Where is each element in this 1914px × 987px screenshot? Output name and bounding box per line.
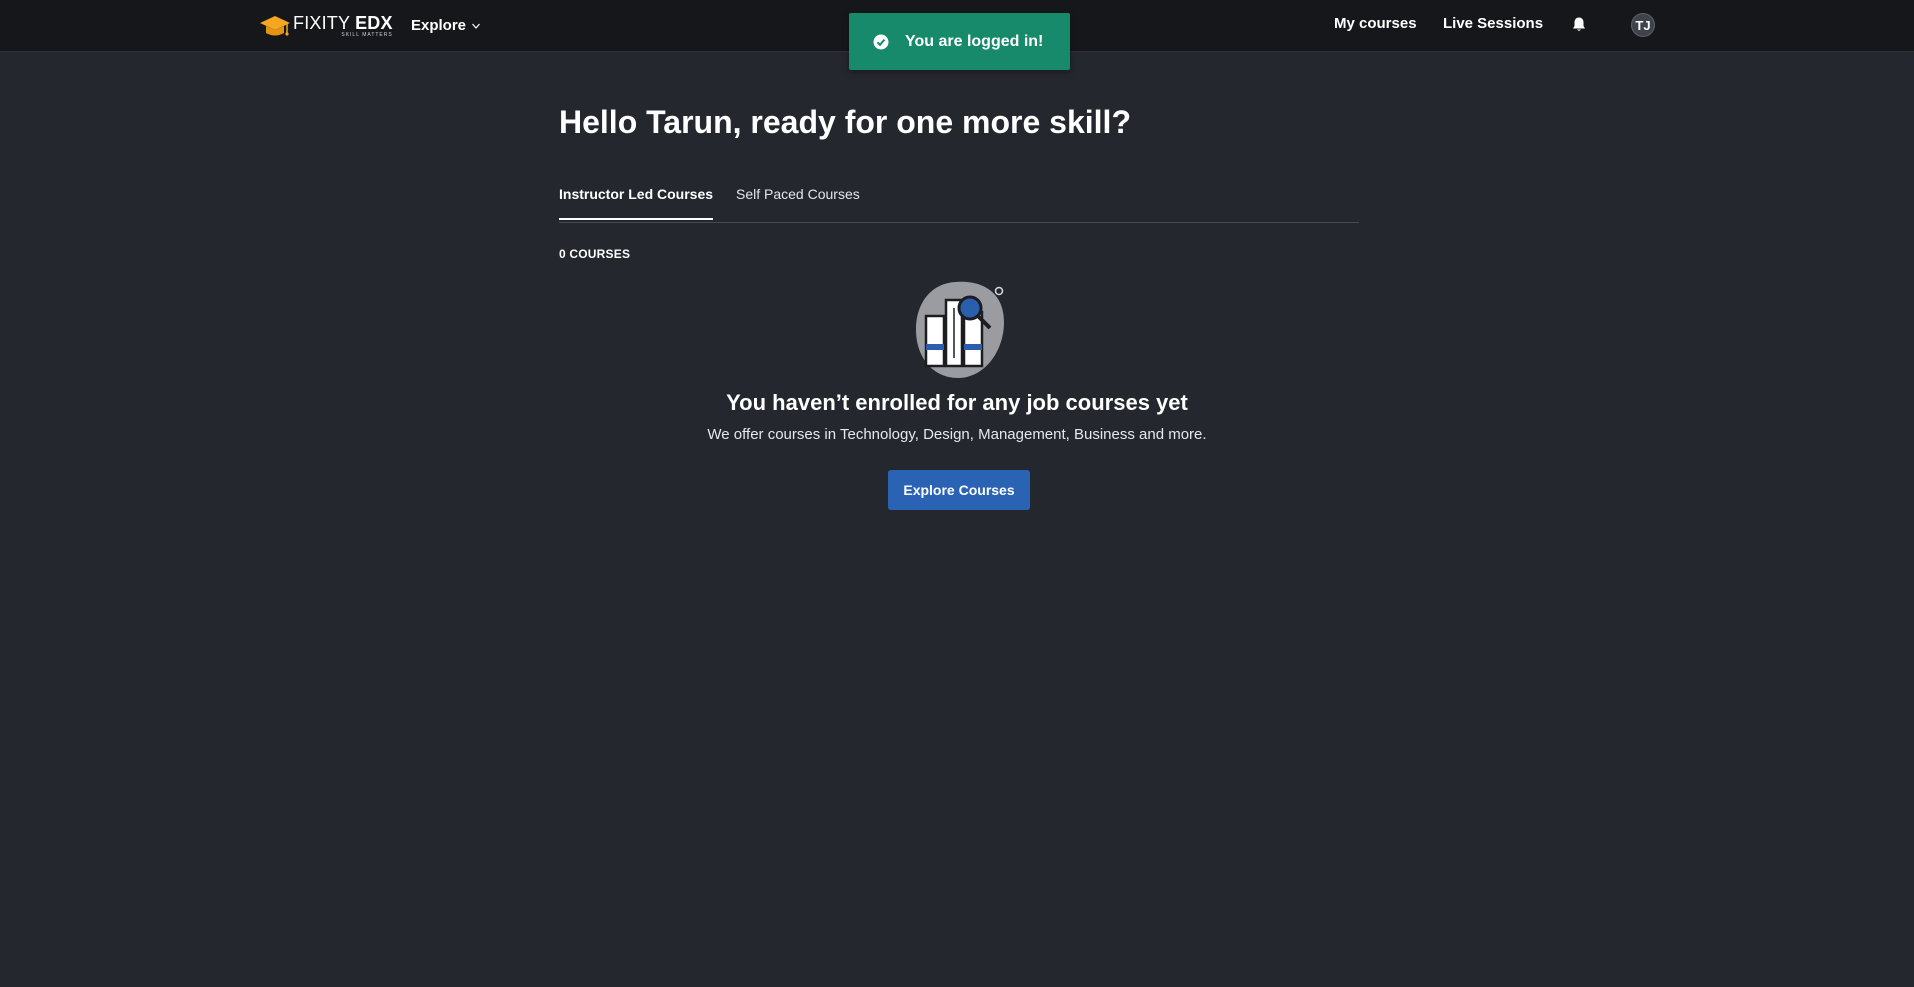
course-count: 0 COURSES	[559, 247, 631, 261]
chevron-down-icon	[472, 23, 480, 29]
empty-state-title: You haven’t enrolled for any job courses…	[726, 390, 1188, 415]
logo-wordmark: FIXITY EDX	[293, 14, 393, 32]
empty-state-subtitle: We offer courses in Technology, Design, …	[707, 426, 1207, 443]
logo-text: FIXITY EDX SKILL MATTERS	[293, 14, 393, 38]
check-circle-icon	[873, 34, 889, 49]
toast-message: You are logged in!	[905, 32, 1044, 50]
explore-label: Explore	[411, 17, 467, 34]
fixity-edx-logo[interactable]: FIXITY EDX SKILL MATTERS	[259, 13, 393, 39]
login-success-toast: You are logged in!	[849, 13, 1070, 70]
books-search-illustration	[916, 281, 1004, 378]
tab-instructor-led-courses[interactable]: Instructor Led Courses	[559, 186, 714, 220]
explore-courses-button[interactable]: Explore Courses	[888, 470, 1030, 510]
user-avatar[interactable]: TJ	[1631, 13, 1655, 37]
course-type-tabs: Instructor Led Courses Self Paced Course…	[559, 175, 1359, 223]
logo-tagline: SKILL MATTERS	[341, 32, 393, 38]
explore-dropdown[interactable]: Explore	[411, 17, 481, 34]
tab-self-paced-courses[interactable]: Self Paced Courses	[736, 186, 860, 218]
bell-icon[interactable]	[1571, 16, 1587, 33]
my-courses-link[interactable]: My courses	[1334, 15, 1417, 32]
live-sessions-link[interactable]: Live Sessions	[1443, 15, 1543, 32]
logo-wordmark-bold: EDX	[355, 13, 393, 33]
graduation-cap-icon	[260, 16, 290, 36]
logo-wordmark-thin: FIXITY	[293, 13, 356, 33]
page-title: Hello Tarun, ready for one more skill?	[559, 104, 1131, 140]
